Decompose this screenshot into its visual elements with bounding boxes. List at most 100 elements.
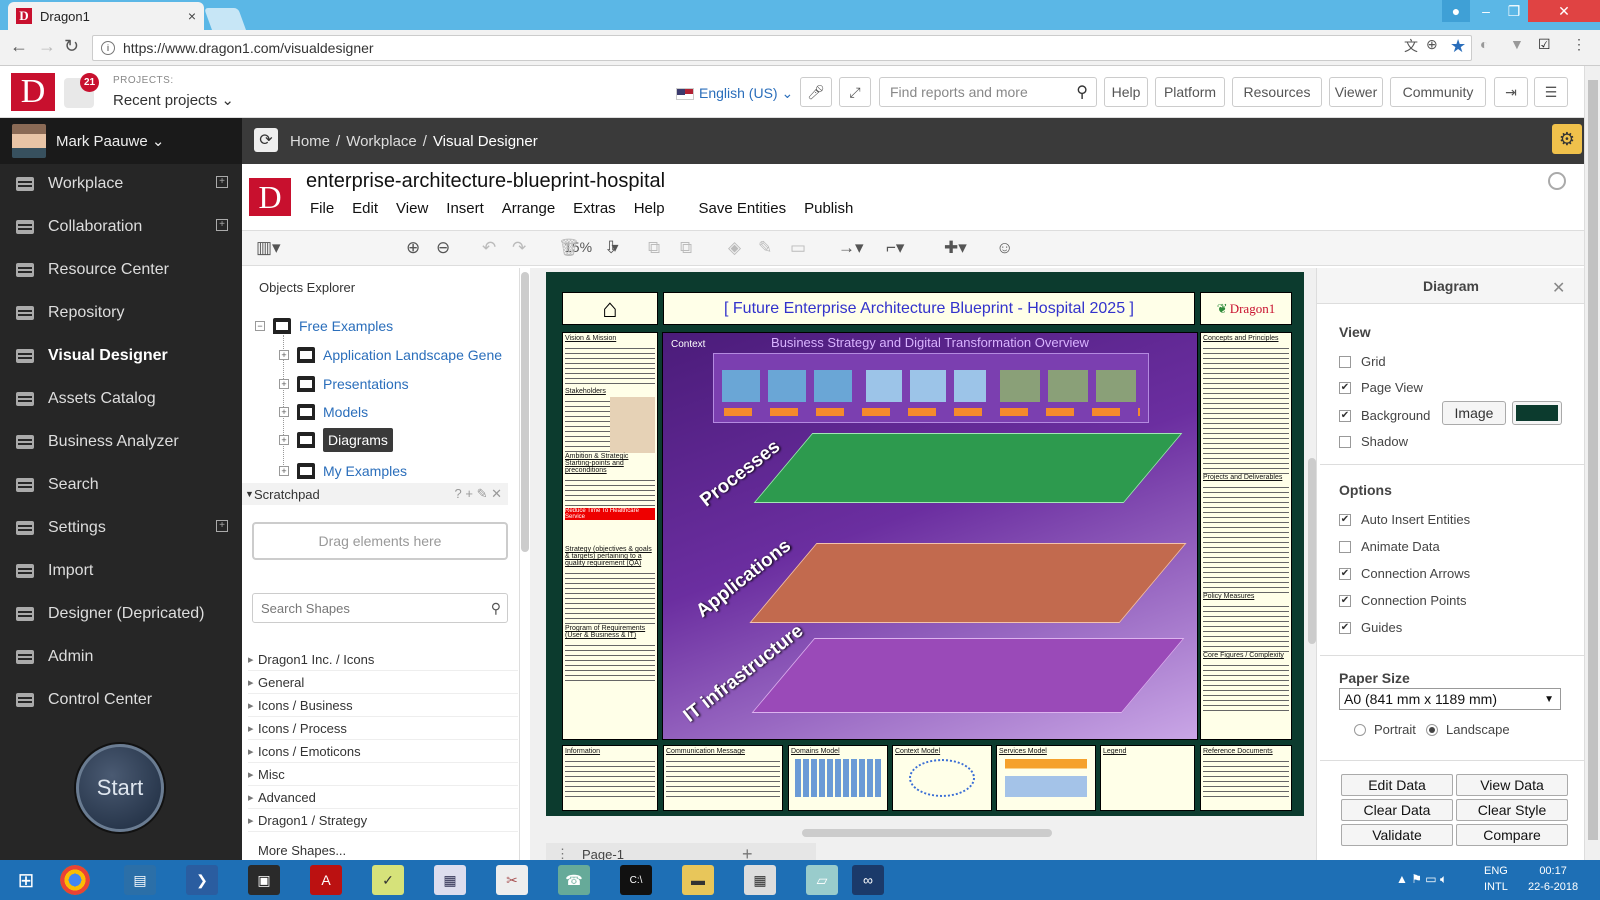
process-layer-plane[interactable] (753, 433, 1183, 503)
browser-tab[interactable]: D Dragon1 × (8, 2, 204, 30)
compare-button[interactable]: Compare (1456, 824, 1568, 846)
reload-icon[interactable]: ↻ (64, 36, 79, 57)
file-manager-icon[interactable]: ▤ (124, 865, 156, 895)
platform-button[interactable]: Platform (1155, 77, 1225, 107)
recent-projects-dropdown[interactable]: Recent projects ⌄ (113, 91, 234, 109)
command-prompt-icon[interactable]: C:\ (620, 865, 652, 895)
powershell-icon[interactable]: ❯ (186, 865, 218, 895)
expand-icon[interactable]: + (279, 466, 289, 476)
market-segments-strip[interactable] (713, 353, 1149, 423)
bottom-cell-services-model[interactable]: Services Model (996, 745, 1096, 811)
spreadsheet-app-icon[interactable]: ▦ (744, 865, 776, 895)
sidebar-item-search[interactable]: Search (0, 464, 242, 506)
waypoints-icon[interactable]: ⌐▾ (886, 238, 904, 258)
collapse-icon[interactable]: − (255, 321, 265, 331)
shape-category[interactable]: Icons / Emoticons (248, 741, 518, 763)
home-icon[interactable]: ⌂ (562, 292, 658, 325)
panels-toggle-icon[interactable]: ▥▾ (256, 238, 281, 258)
redo-icon[interactable]: ↷ (512, 238, 526, 258)
community-button[interactable]: Community (1390, 77, 1486, 107)
blueprint-title[interactable]: [ Future Enterprise Architecture Bluepri… (663, 292, 1195, 325)
start-button[interactable]: Start (76, 744, 164, 832)
expand-icon[interactable]: + (279, 435, 289, 445)
auto-insert-entities-checkbox[interactable]: ✔ Auto Insert Entities (1339, 512, 1470, 527)
minimize-window-button[interactable]: – (1472, 0, 1500, 22)
export-icon[interactable]: ⇩ (604, 238, 618, 258)
landscape-radio[interactable]: Landscape (1426, 722, 1510, 737)
left-text-column[interactable]: Vision & Mission Stakeholders Ambition &… (562, 332, 658, 740)
zoom-out-icon[interactable]: ⊖ (436, 238, 450, 258)
collapse-triangle-icon[interactable]: ▼ (245, 489, 254, 499)
page-scrollbar[interactable] (1584, 66, 1600, 860)
grid-checkbox[interactable]: Grid (1339, 354, 1386, 369)
scrollbar-thumb[interactable] (1588, 80, 1598, 840)
bottom-cell-legend[interactable]: Legend (1100, 745, 1195, 811)
expand-icon[interactable]: + (216, 219, 228, 231)
taskbar-clock[interactable]: 00:17 22-6-2018 (1528, 863, 1578, 895)
checkmark-extension-icon[interactable]: ☑ (1538, 36, 1551, 53)
bottom-cell-context-model[interactable]: Context Model (892, 745, 992, 811)
delete-icon[interactable]: 🗑︎ (558, 238, 580, 258)
chart-app-icon[interactable]: ✓ (372, 865, 404, 895)
view-data-button[interactable]: View Data (1456, 774, 1568, 796)
bottom-cell-information[interactable]: Information (562, 745, 658, 811)
breadcrumb-workplace[interactable]: Workplace (346, 133, 417, 150)
expand-icon[interactable]: + (279, 350, 289, 360)
expand-icon[interactable]: + (216, 520, 228, 532)
logout-button[interactable]: ⇥ (1494, 77, 1528, 107)
viewer-button[interactable]: Viewer (1329, 77, 1383, 107)
browser-menu-icon[interactable]: ⋮ (1572, 36, 1586, 53)
search-input[interactable]: Find reports and more ⚲ (879, 77, 1097, 107)
resources-button[interactable]: Resources (1232, 77, 1322, 107)
extension-icon[interactable]: ◐ (1480, 36, 1488, 52)
connection-style-icon[interactable]: →▾ (838, 238, 864, 258)
shadow-icon[interactable]: ▭ (790, 238, 806, 258)
restore-window-button[interactable]: ❐ (1500, 0, 1528, 22)
expand-icon[interactable]: + (216, 176, 228, 188)
tree-item-my-examples[interactable]: + My Examples (279, 463, 407, 479)
dragon1-logo[interactable]: D (11, 73, 55, 111)
sidebar-item-resource-center[interactable]: Resource Center (0, 249, 242, 291)
shadow-checkbox[interactable]: Shadow (1339, 434, 1408, 449)
expand-icon[interactable]: + (279, 407, 289, 417)
validate-button[interactable]: Validate (1341, 824, 1453, 846)
dragon1-brand-logo[interactable]: ❦ Dragon1 (1200, 292, 1292, 325)
scratchpad-dropzone[interactable]: Drag elements here (252, 522, 508, 560)
to-back-icon[interactable]: ⧉ (680, 238, 692, 258)
language-selector[interactable]: English (US) ⌄ (676, 85, 793, 102)
insert-plus-icon[interactable]: ✚▾ (944, 238, 967, 258)
profile-icon[interactable]: ● (1442, 0, 1470, 22)
portrait-radio[interactable]: Portrait (1354, 722, 1416, 737)
architecture-overview-panel[interactable]: Context Business Strategy and Digital Tr… (662, 332, 1198, 740)
visual-studio-icon[interactable]: ∞ (852, 865, 884, 895)
site-info-icon[interactable]: i (101, 41, 115, 55)
sidebar-item-designer-depricated[interactable]: Designer (Depricated) (0, 593, 242, 635)
close-icon[interactable]: ✕ (1552, 278, 1565, 298)
bottom-cell-reference-documents[interactable]: Reference Documents (1200, 745, 1292, 811)
shape-search-input[interactable]: Search Shapes ⚲ (252, 593, 508, 623)
back-arrow-icon[interactable]: ← (10, 36, 28, 57)
shape-category[interactable]: Misc (248, 764, 518, 786)
sidebar-item-business-analyzer[interactable]: Business Analyzer (0, 421, 242, 463)
pdf-reader-icon[interactable]: A (310, 865, 342, 895)
breadcrumb-home[interactable]: Home (290, 133, 330, 150)
connection-arrows-checkbox[interactable]: ✔ Connection Arrows (1339, 566, 1470, 581)
sidebar-item-collaboration[interactable]: Collaboration + (0, 206, 242, 248)
fill-color-icon[interactable]: ◈ (728, 238, 741, 258)
canvas-horizontal-scrollbar[interactable] (802, 829, 1052, 837)
tools-app-icon[interactable]: ✂ (496, 865, 528, 895)
search-icon[interactable]: ⚲ (491, 600, 501, 617)
clear-style-button[interactable]: Clear Style (1456, 799, 1568, 821)
right-text-column[interactable]: Concepts and Principles Projects and Del… (1200, 332, 1292, 740)
close-window-button[interactable]: ✕ (1528, 0, 1600, 22)
menu-help[interactable]: Help (634, 200, 665, 217)
scratchpad-header[interactable]: ▼ Scratchpad ? + ✎ ✕ (242, 483, 508, 505)
infrastructure-layer-plane[interactable] (751, 638, 1185, 713)
search-icon[interactable]: ⚲ (1076, 82, 1088, 102)
shape-category[interactable]: Dragon1 / Strategy (248, 810, 518, 832)
undo-icon[interactable]: ↶ (482, 238, 496, 258)
refresh-icon[interactable]: ⟳ (254, 128, 278, 152)
bottom-cell-communication[interactable]: Communication Message (663, 745, 783, 811)
sidebar-item-workplace[interactable]: Workplace + (0, 163, 242, 205)
menu-save-entities[interactable]: Save Entities (699, 200, 787, 217)
